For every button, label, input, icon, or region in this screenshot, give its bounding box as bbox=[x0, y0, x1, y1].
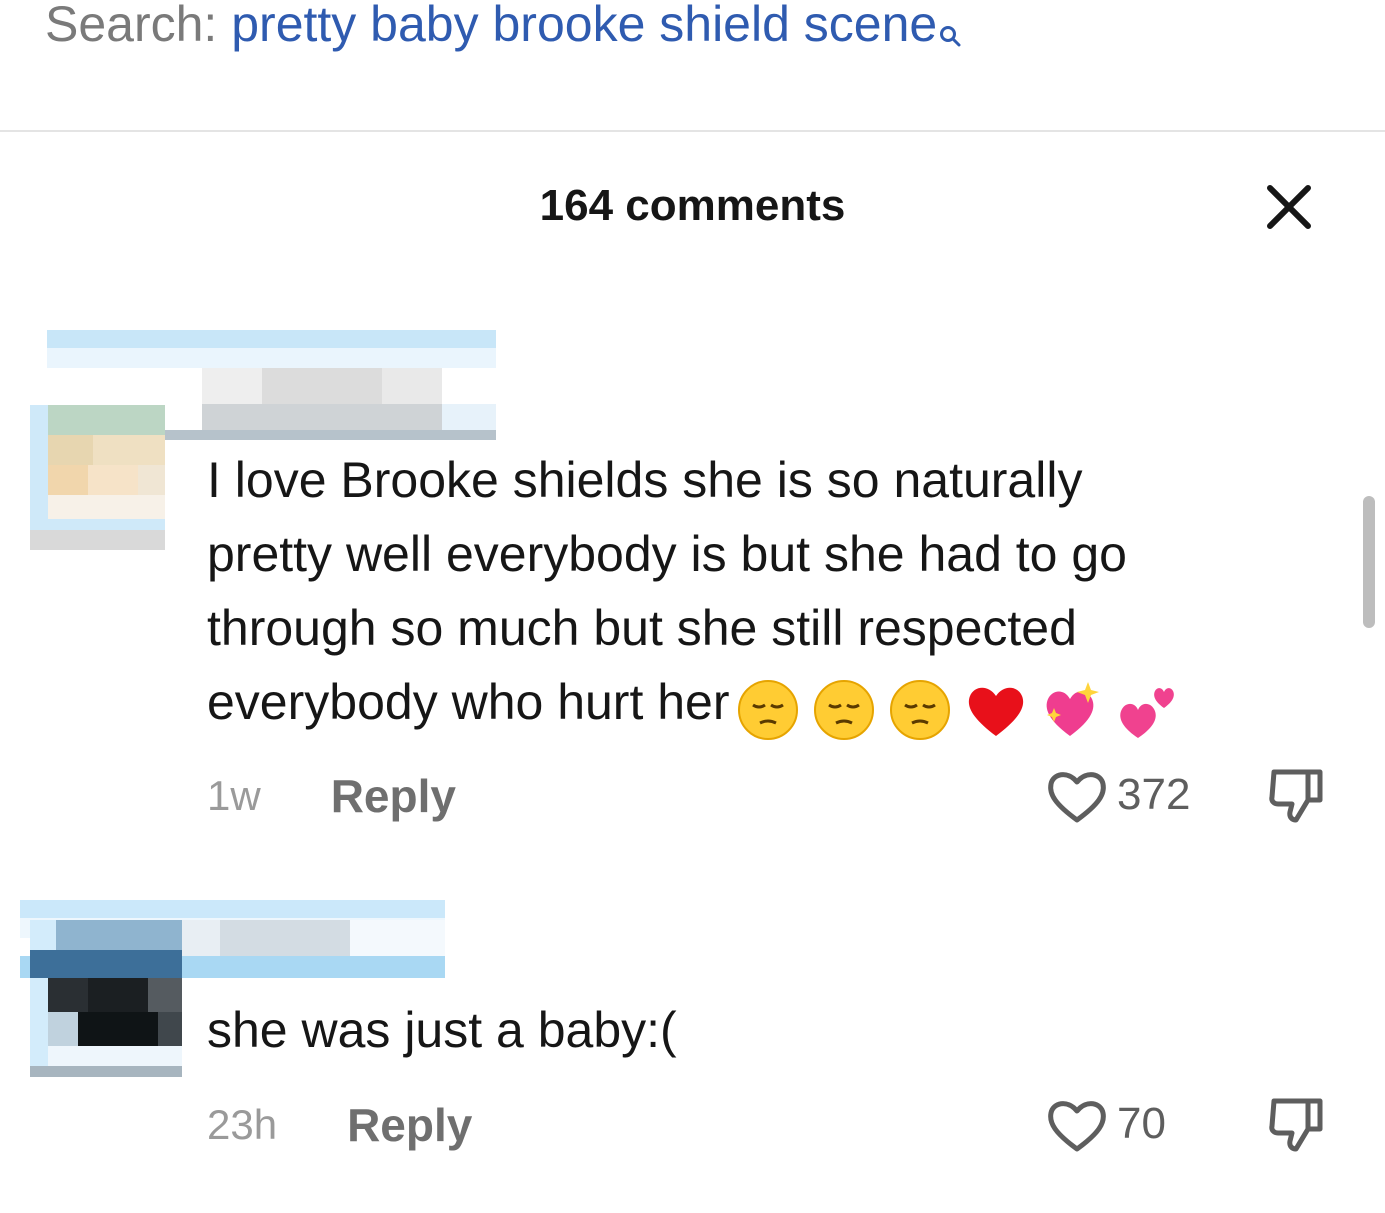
comment-line: she was just a baby:( bbox=[207, 1002, 677, 1058]
heart-outline-icon bbox=[1048, 1101, 1106, 1152]
comment-line: everybody who hurt her bbox=[207, 674, 730, 730]
search-icon[interactable] bbox=[939, 0, 961, 47]
comments-count-title: 164 comments bbox=[539, 181, 846, 230]
search-prefix: Search: bbox=[45, 0, 218, 52]
comment-text: she was just a baby:( bbox=[207, 993, 677, 1067]
comment-meta: 23h Reply bbox=[207, 1095, 472, 1155]
pensive-face-emoji bbox=[736, 678, 800, 742]
like-count: 70 bbox=[1117, 1099, 1166, 1148]
pensive-face-emoji bbox=[888, 678, 952, 742]
reply-button[interactable]: Reply bbox=[347, 1098, 472, 1152]
like-count: 372 bbox=[1117, 770, 1191, 819]
comment-timestamp: 23h bbox=[207, 1101, 278, 1148]
red-heart-emoji bbox=[964, 678, 1028, 742]
comment-meta: 1w Reply bbox=[207, 766, 456, 826]
comment-timestamp: 1w bbox=[207, 772, 261, 819]
close-icon bbox=[1267, 185, 1311, 229]
search-bar[interactable]: Search: pretty baby brooke shield scene bbox=[45, 0, 961, 64]
comment-text: I love Brooke shields she is so naturall… bbox=[207, 443, 1192, 743]
heart-outline-icon bbox=[1048, 772, 1106, 823]
reply-button[interactable]: Reply bbox=[331, 769, 456, 823]
sparkling-heart-emoji bbox=[1040, 678, 1104, 742]
search-query-link[interactable]: pretty baby brooke shield scene bbox=[231, 0, 937, 52]
header-divider bbox=[0, 130, 1385, 132]
scrollbar[interactable] bbox=[1363, 496, 1375, 628]
dislike-button[interactable] bbox=[1266, 766, 1326, 826]
dislike-button[interactable] bbox=[1266, 1095, 1326, 1155]
close-button[interactable] bbox=[1262, 180, 1316, 234]
like-button[interactable]: 70 bbox=[1045, 1094, 1166, 1154]
like-button[interactable]: 372 bbox=[1045, 765, 1190, 825]
comment-line: pretty well everybody is but she had to … bbox=[207, 526, 1127, 582]
thumbs-down-icon bbox=[1269, 769, 1323, 823]
two-hearts-emoji bbox=[1116, 678, 1180, 742]
comment-line: I love Brooke shields she is so naturall… bbox=[207, 452, 1083, 508]
comment-avatar[interactable] bbox=[30, 920, 182, 1077]
comment-line: through so much but she still respected bbox=[207, 600, 1077, 656]
pensive-face-emoji bbox=[812, 678, 876, 742]
thumbs-down-icon bbox=[1269, 1098, 1323, 1152]
comment-line-with-emoji: everybody who hurt her bbox=[207, 665, 1192, 743]
emoji-row bbox=[736, 669, 1192, 743]
comment-avatar[interactable] bbox=[30, 405, 165, 550]
